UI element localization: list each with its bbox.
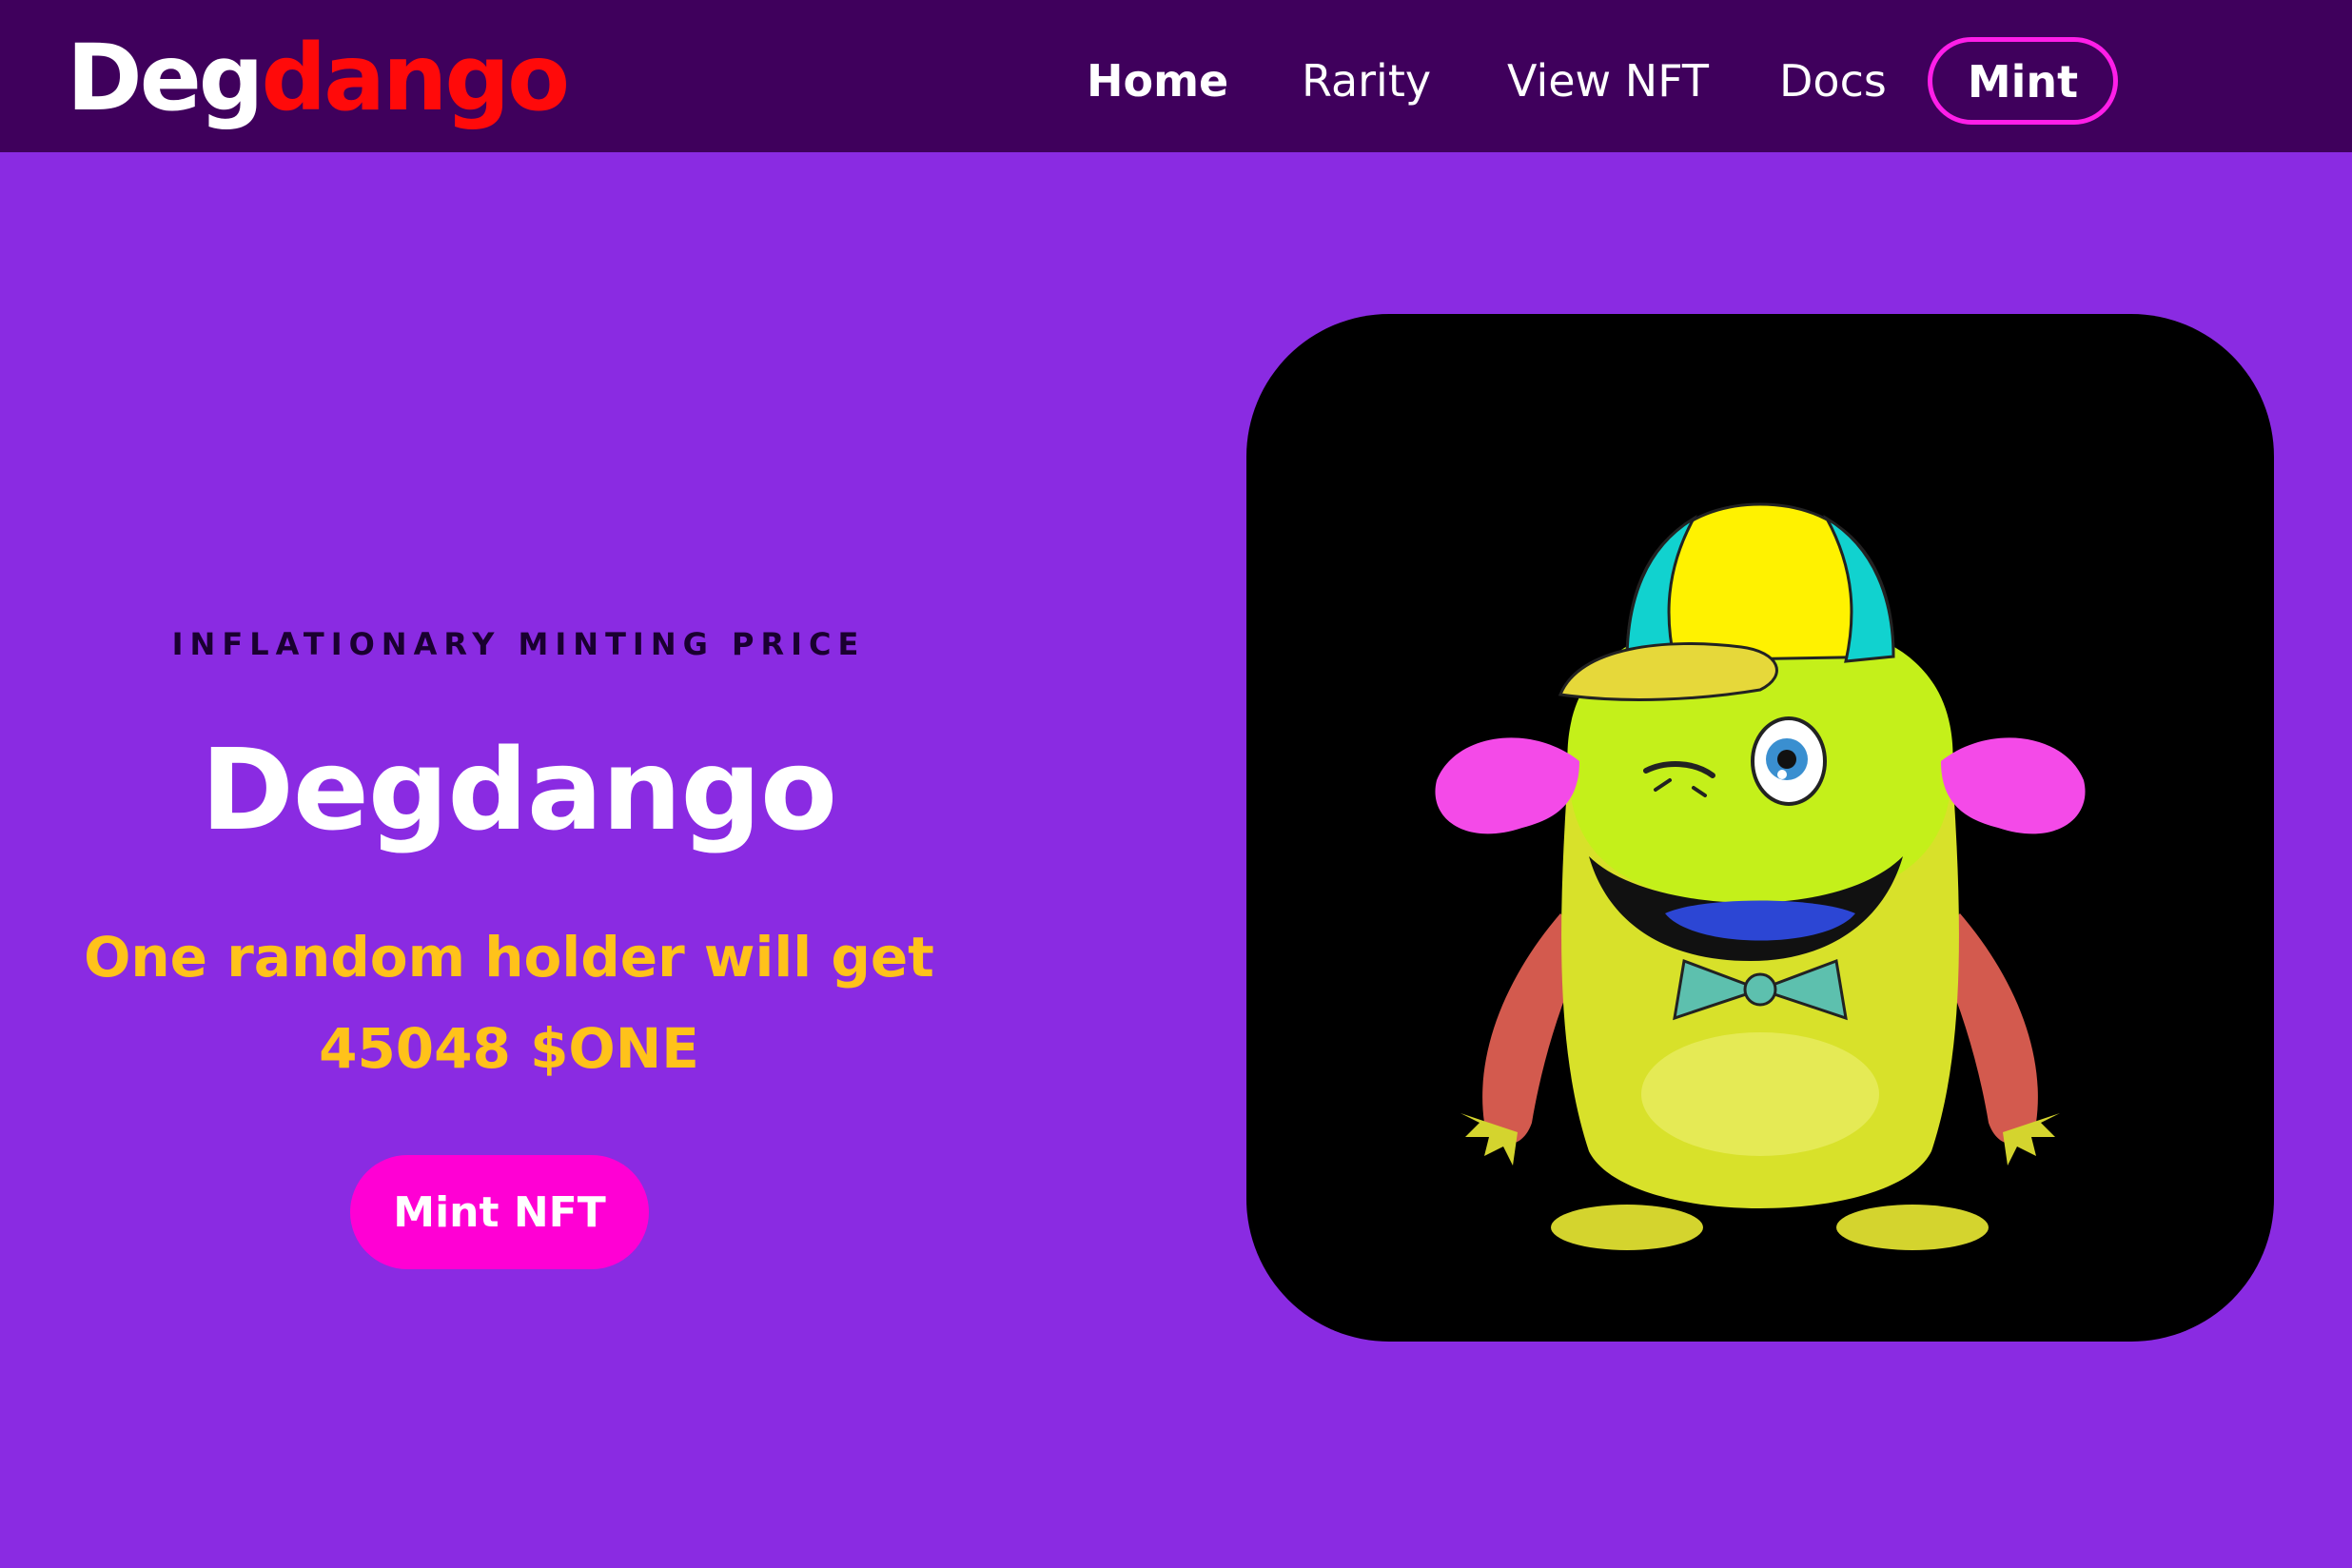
nft-artwork-frame — [1246, 314, 2274, 1342]
monster-nft-illustration-icon — [1435, 502, 2086, 1250]
brand-logo-part1: Deg — [67, 25, 265, 131]
mint-nft-button[interactable]: Mint NFT — [350, 1155, 649, 1269]
brand-logo[interactable]: Degdango — [67, 21, 571, 135]
nav-view-nft-link[interactable]: View NFT — [1507, 48, 1709, 114]
nav-rarity-link[interactable]: Rarity — [1302, 48, 1431, 114]
top-navbar: Degdango Home Rarity View NFT Docs Mint — [0, 0, 2352, 152]
nav-home-link[interactable]: Home — [1087, 48, 1228, 114]
hero-subtitle: One random holder will get 45048 $ONE — [84, 925, 934, 1081]
brand-logo-part2: dango — [261, 25, 571, 131]
nav-docs-link[interactable]: Docs — [1779, 48, 1887, 114]
nav-mint-button[interactable]: Mint — [1928, 37, 2118, 125]
hero-eyebrow: INFLATIONARY MINTING PRICE — [171, 626, 866, 662]
hero-title: Degdango — [200, 724, 837, 855]
